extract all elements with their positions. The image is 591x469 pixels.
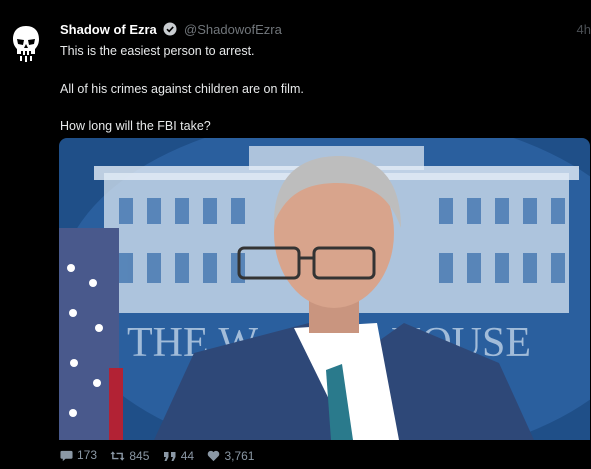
quote-count: 44: [180, 449, 195, 463]
repost-icon: [110, 450, 125, 461]
display-name[interactable]: Shadow of Ezra: [60, 22, 157, 37]
avatar[interactable]: [12, 25, 40, 63]
reply-count: 173: [77, 448, 98, 462]
post-image[interactable]: THE W HOUSE: [59, 138, 590, 440]
comment-icon: [60, 450, 73, 461]
repost-count: 845: [129, 448, 150, 463]
skull-icon: [13, 26, 39, 62]
post-text-line-2: All of his crimes against children are o…: [60, 82, 304, 96]
post-text-line-3: How long will the FBI take?: [60, 119, 211, 133]
user-handle[interactable]: @ShadowofEzra: [184, 22, 282, 37]
quote-icon: [163, 451, 176, 461]
reply-button[interactable]: 173: [60, 447, 97, 463]
heart-icon: [208, 450, 220, 461]
like-button[interactable]: 3,761: [207, 448, 254, 464]
post-text-line-1: This is the easiest person to arrest.: [60, 44, 255, 58]
verified-badge-icon: [163, 22, 177, 36]
action-bar: 173 845 44 3,761: [60, 447, 264, 463]
post-header: Shadow of Ezra @ShadowofEzra 4h: [60, 21, 591, 39]
like-count: 3,761: [224, 448, 255, 463]
timestamp[interactable]: 4h: [577, 21, 591, 39]
repost-button[interactable]: 845: [110, 448, 149, 464]
quote-button[interactable]: 44: [163, 448, 194, 464]
